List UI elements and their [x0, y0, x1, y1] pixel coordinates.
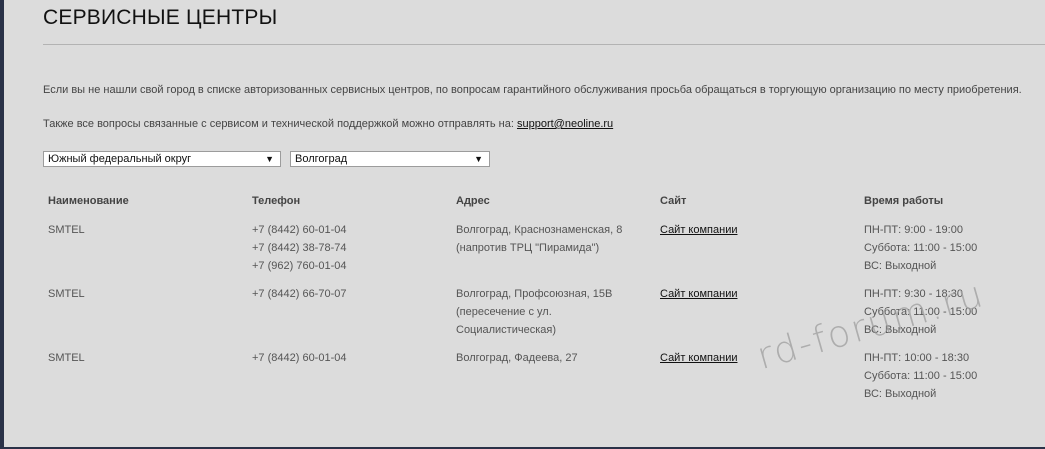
service-name: SMTEL [48, 288, 85, 300]
header-hours: Время работы [864, 195, 944, 207]
hours-line: ВС: Выходной [864, 260, 937, 272]
header-phone: Телефон [252, 195, 301, 207]
address-line: Социалистическая) [456, 324, 557, 336]
hours-cell: ПН-ПТ: 10:00 - 18:30 Суббота: 11:00 - 15… [864, 349, 977, 403]
phone-cell: +7 (8442) 60-01-04 [252, 349, 346, 367]
company-site-link[interactable]: Сайт компании [660, 288, 737, 300]
region-select-value: Южный федеральный округ [48, 153, 192, 165]
phone-number: +7 (8442) 66-70-07 [252, 288, 347, 300]
phone-number: +7 (8442) 38-78-74 [252, 242, 347, 254]
info-text-not-found: Если вы не нашли свой город в списке авт… [43, 84, 1022, 96]
address-cell: Волгоград, Профсоюзная, 15В (пересечение… [456, 285, 612, 339]
chevron-down-icon: ▼ [474, 154, 483, 164]
city-select-value: Волгоград [295, 153, 348, 165]
region-select[interactable]: Южный федеральный округ ▼ [43, 151, 281, 167]
header-site: Сайт [660, 195, 687, 207]
service-name: SMTEL [48, 352, 85, 364]
company-site-link[interactable]: Сайт компании [660, 224, 737, 236]
hours-line: ВС: Выходной [864, 388, 937, 400]
address-line: Волгоград, Профсоюзная, 15В [456, 288, 613, 300]
info-text-support: Также все вопросы связанные с сервисом и… [43, 118, 613, 130]
hours-cell: ПН-ПТ: 9:00 - 19:00 Суббота: 11:00 - 15:… [864, 221, 977, 275]
title-divider [43, 44, 1045, 45]
phone-number: +7 (8442) 60-01-04 [252, 224, 347, 236]
header-address: Адрес [456, 195, 490, 207]
address-cell: Волгоград, Краснознаменская, 8 (напротив… [456, 221, 622, 257]
support-email-link[interactable]: support@neoline.ru [517, 118, 613, 130]
header-name: Наименование [48, 195, 129, 207]
address-line: (пересечение с ул. [456, 306, 552, 318]
phone-number: +7 (8442) 60-01-04 [252, 352, 347, 364]
page-title: СЕРВИСНЫЕ ЦЕНТРЫ [43, 6, 278, 29]
support-text: Также все вопросы связанные с сервисом и… [43, 118, 514, 130]
city-select[interactable]: Волгоград ▼ [290, 151, 490, 167]
hours-line: Суббота: 11:00 - 15:00 [864, 370, 978, 382]
company-site-link[interactable]: Сайт компании [660, 352, 737, 364]
site-cell: Сайт компании [660, 221, 737, 239]
address-line: (напротив ТРЦ "Пирамида") [456, 242, 600, 254]
site-cell: Сайт компании [660, 285, 737, 303]
phone-number: +7 (962) 760-01-04 [252, 260, 347, 272]
phone-cell: +7 (8442) 60-01-04 +7 (8442) 38-78-74 +7… [252, 221, 346, 275]
address-line: Волгоград, Фадеева, 27 [456, 352, 578, 364]
hours-line: Суббота: 11:00 - 15:00 [864, 242, 978, 254]
left-edge-bar [0, 0, 4, 449]
address-cell: Волгоград, Фадеева, 27 [456, 349, 578, 367]
service-name: SMTEL [48, 224, 85, 236]
hours-line: ПН-ПТ: 10:00 - 18:30 [864, 352, 970, 364]
hours-line: ПН-ПТ: 9:00 - 19:00 [864, 224, 963, 236]
address-line: Волгоград, Краснознаменская, 8 [456, 224, 623, 236]
phone-cell: +7 (8442) 66-70-07 [252, 285, 346, 303]
site-cell: Сайт компании [660, 349, 737, 367]
chevron-down-icon: ▼ [265, 154, 274, 164]
